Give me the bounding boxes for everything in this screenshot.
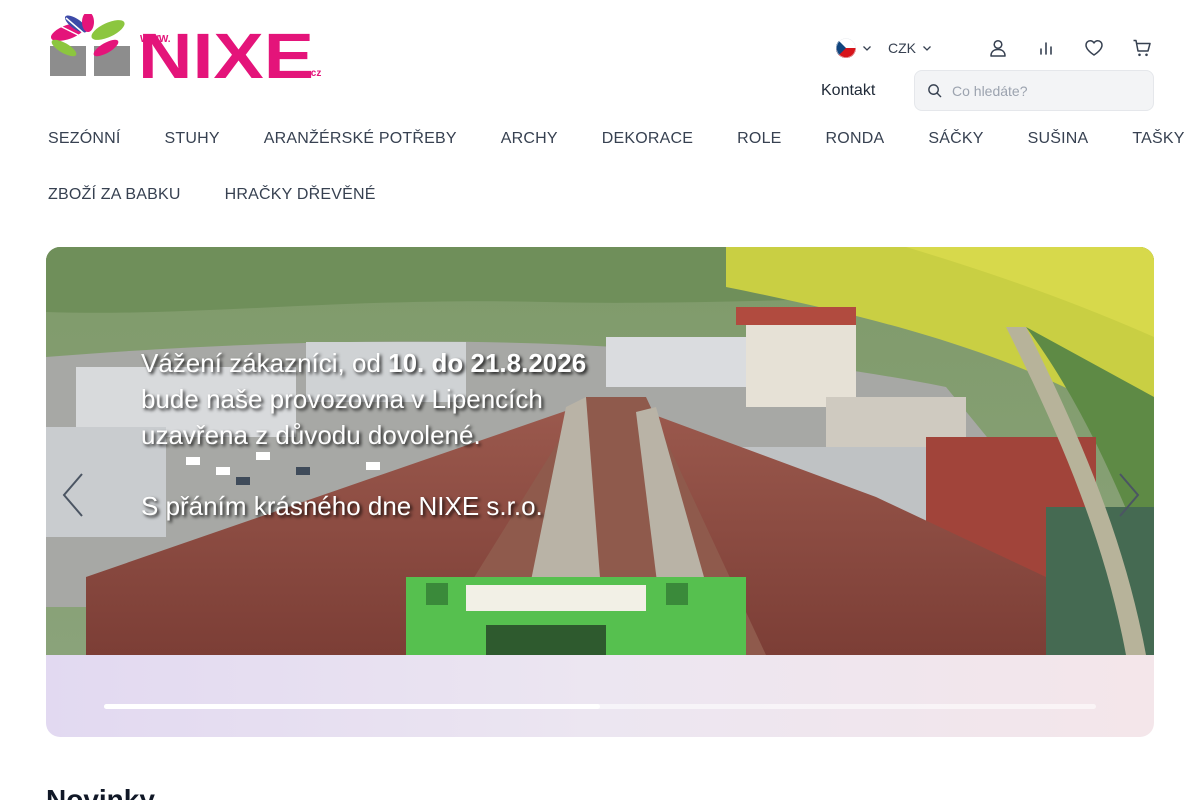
nav-item-archy[interactable]: ARCHY	[501, 129, 558, 149]
hero-line-2: bude naše provozovna v Lipencích	[141, 384, 543, 414]
nav-item-zbozi-za-babku[interactable]: ZBOŽÍ ZA BABKU	[48, 185, 181, 205]
nav-item-susina[interactable]: SUŠINA	[1028, 129, 1089, 149]
search-icon	[928, 84, 942, 98]
compare-chart-icon	[1040, 42, 1052, 55]
slider-progress-fill	[104, 704, 600, 709]
chevron-down-icon	[923, 46, 931, 51]
slider-next-button[interactable]	[1114, 470, 1144, 520]
slider-prev-button[interactable]	[58, 470, 88, 520]
user-icon	[990, 39, 1006, 57]
hero-spacer	[141, 453, 586, 488]
logo-graphic: WWW. NIXE .cz	[48, 14, 321, 82]
main-nav-row-1: SEZÓNNÍ STUHY ARANŽÉRSKÉ POTŘEBY ARCHY D…	[48, 129, 1185, 149]
account-button[interactable]	[986, 36, 1010, 60]
nav-item-sacky[interactable]: SÁČKY	[928, 129, 983, 149]
hero-line-4: S přáním krásného dne NIXE s.r.o.	[141, 491, 543, 521]
heart-icon	[1085, 40, 1103, 56]
search-box[interactable]	[914, 70, 1154, 111]
nav-item-aranzerske-potreby[interactable]: ARANŽÉRSKÉ POTŘEBY	[264, 129, 457, 149]
header-tools: CZK	[836, 36, 1154, 60]
chevron-left-icon	[62, 473, 83, 517]
nixe-logo[interactable]: WWW. NIXE .cz	[46, 14, 328, 82]
logo-brand: NIXE	[138, 20, 314, 82]
chevron-right-icon	[1119, 473, 1140, 517]
compare-button[interactable]	[1034, 36, 1058, 60]
nav-item-stuhy[interactable]: STUHY	[165, 129, 220, 149]
nav-item-role[interactable]: ROLE	[737, 129, 781, 149]
hero-line-1-text: Vážení zákazníci, od	[141, 348, 389, 378]
cart-button[interactable]	[1130, 36, 1154, 60]
nav-item-sezonni[interactable]: SEZÓNNÍ	[48, 129, 121, 149]
hero-date-range: 10. do 21.8.2026	[388, 348, 587, 378]
hero-announcement: Vážení zákazníci, od 10. do 21.8.2026 bu…	[141, 345, 586, 524]
logo-tld: .cz	[308, 68, 321, 79]
cart-icon	[1133, 39, 1151, 57]
search-input[interactable]	[952, 82, 1142, 99]
contact-link[interactable]: Kontakt	[821, 82, 875, 100]
hero-slider: Vážení zákazníci, od 10. do 21.8.2026 bu…	[46, 247, 1154, 737]
language-select[interactable]	[836, 38, 872, 58]
hero-line-3: uzavřena z důvodu dovolené.	[141, 420, 481, 450]
nav-item-dekorace[interactable]: DEKORACE	[602, 129, 693, 149]
slider-progress-track	[104, 704, 1096, 709]
nav-item-ronda[interactable]: RONDA	[826, 129, 885, 149]
czech-flag-icon	[836, 38, 856, 58]
nav-item-tasky[interactable]: TAŠKY	[1132, 129, 1184, 149]
nav-item-hracky-drevene[interactable]: HRAČKY DŘEVĚNÉ	[225, 185, 376, 205]
currency-select[interactable]: CZK	[888, 40, 932, 56]
hero-line-1: Vážení zákazníci, od 10. do 21.8.2026	[141, 345, 586, 381]
chevron-down-icon	[863, 46, 871, 51]
section-title-novinky: Novinky	[46, 784, 155, 800]
currency-label: CZK	[888, 40, 916, 56]
wishlist-button[interactable]	[1082, 36, 1106, 60]
main-nav-row-2: ZBOŽÍ ZA BABKU HRAČKY DŘEVĚNÉ	[48, 185, 420, 205]
